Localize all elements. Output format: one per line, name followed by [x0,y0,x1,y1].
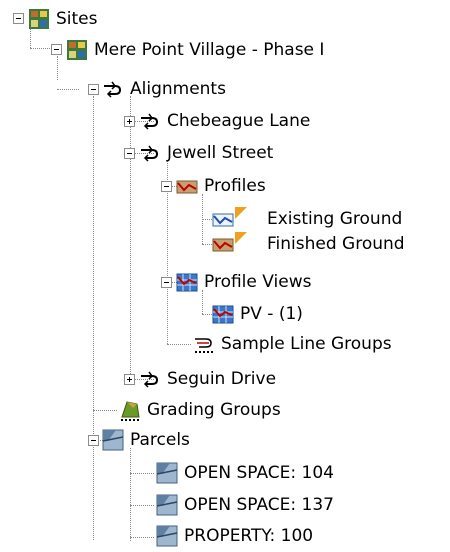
tree-line [57,89,79,90]
tree-node-jewell-street[interactable]: Jewell Street [139,137,273,169]
tree-node-label: Alignments [130,79,226,99]
site-icon [67,40,87,60]
profile-view-icon [176,273,198,292]
tree-node-label: PV - (1) [240,304,303,324]
collapse-toggle[interactable] [161,181,172,192]
alignment-icon [141,145,159,162]
tree-line [130,96,131,382]
grading-icon [121,401,140,421]
tree-node-label: Parcels [130,430,190,450]
collapse-toggle[interactable] [88,84,99,95]
tree-node-parcel[interactable]: OPEN SPACE: 137 [156,489,334,521]
tree-node-label: Sites [56,9,98,29]
tree-node-label: Sample Line Groups [221,334,392,354]
tree-node-chebeague-lane[interactable]: Chebeague Lane [139,105,310,137]
alignment-icon [104,81,122,98]
tree-line [130,505,154,506]
tree-line [93,410,117,411]
expand-toggle[interactable] [124,116,135,127]
collapse-toggle[interactable] [51,44,62,55]
tree-node-sites[interactable]: Sites [28,3,98,35]
sample-line-icon [195,338,213,353]
tree-node-alignments[interactable]: Alignments [102,73,226,105]
tree-node-label: Seguin Drive [167,369,277,389]
flag-icon [235,207,247,219]
collapse-toggle[interactable] [161,277,172,288]
tree-node-label: Profiles [204,176,266,196]
alignment-icon [141,113,159,130]
existing-profile-icon [212,213,234,227]
tree-node-parcel[interactable]: PROPERTY: 100 [156,520,313,552]
tree-line [30,48,50,49]
tree-node-profile-views[interactable]: Profile Views [176,266,311,298]
expand-toggle[interactable] [124,374,135,385]
parcel-icon [156,525,178,547]
tree-node-site[interactable]: Mere Point Village - Phase I [66,34,324,66]
parcel-icon [102,429,124,451]
tree-node-parcel[interactable]: OPEN SPACE: 104 [156,457,334,489]
tree-node-label: OPEN SPACE: 104 [184,463,334,483]
tree-node-label: Chebeague Lane [167,111,311,131]
alignment-icon [141,371,159,388]
collapse-toggle[interactable] [88,435,99,446]
tree-node-seguin-drive[interactable]: Seguin Drive [139,363,276,395]
tree-node-sample-line-groups[interactable]: Sample Line Groups [193,328,392,360]
tree-line [167,344,191,345]
tree-node-profiles[interactable]: Profiles [176,170,266,202]
flag-icon [235,232,247,244]
tree-node-label: Mere Point Village - Phase I [94,40,325,60]
collapse-toggle[interactable] [124,148,135,159]
sites-icon [29,9,49,29]
tree-node-label: Existing Ground [267,209,403,229]
tree-node-pv-1[interactable]: PV - (1) [212,298,303,330]
tree-line [130,448,131,541]
finished-profile-icon [212,238,234,252]
tree-line [93,96,94,540]
tree-node-label: PROPERTY: 100 [184,526,314,546]
prospector-tree: Sites Mere Point Village - Phase I Align… [0,0,450,549]
profile-icon [176,180,198,194]
tree-node-label: Grading Groups [147,400,281,420]
tree-node-grading-groups[interactable]: Grading Groups [119,394,281,426]
parcel-icon [156,494,178,516]
tree-node-label: Jewell Street [167,143,274,163]
tree-line [130,537,154,538]
tree-line [130,473,154,474]
tree-node-finished-ground[interactable]: Finished Ground [212,228,405,260]
tree-node-label: OPEN SPACE: 137 [184,495,334,515]
parcel-icon [156,462,178,484]
collapse-toggle[interactable] [13,13,24,24]
tree-node-label: Finished Ground [267,234,405,254]
tree-node-parcels[interactable]: Parcels [102,424,190,456]
tree-node-label: Profile Views [204,272,312,292]
profile-view-icon [212,305,234,324]
tree-line [57,56,58,80]
